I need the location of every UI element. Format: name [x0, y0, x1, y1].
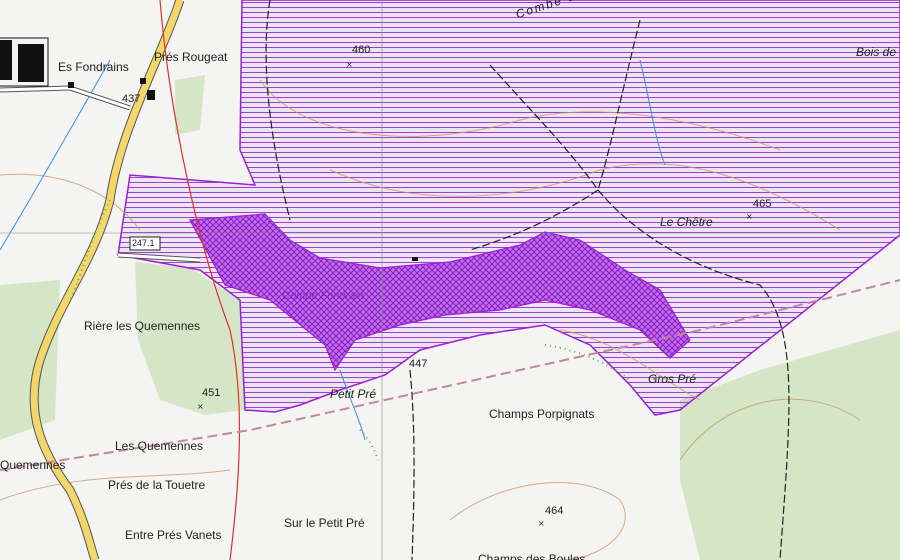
label-le-chetre: Le Chêtre: [660, 215, 713, 229]
label-pres-rougeat: Prés Rougeat: [154, 50, 228, 64]
label-champs-des-boules: Champs des Boules: [478, 552, 586, 560]
label-petit-pre: Petit Pré: [330, 387, 377, 401]
label-riere-les-quemennes: Rière les Quemennes: [84, 319, 201, 333]
spot-height-447: 447: [409, 358, 428, 370]
label-sur-le-petit-pre: Sur le Petit Pré: [284, 516, 365, 530]
forest-left: [0, 280, 60, 440]
label-les-quemennes: Les Quemennes: [115, 439, 204, 453]
map-canvas: × × × ×: [0, 0, 900, 560]
label-quemennes: Quemennes: [0, 458, 66, 472]
label-gros-pre: Gros Pré: [648, 372, 697, 386]
spot-height-icon: ×: [197, 402, 204, 411]
spot-height-icon: ×: [346, 60, 353, 69]
topographic-map[interactable]: × × × × Es Fondrains Prés Rougeat Combe …: [0, 0, 900, 560]
spot-height-460: 460: [352, 44, 371, 56]
label-entre-pres-vanets: Entre Prés Vanets: [125, 528, 222, 542]
spot-height-437: 437: [122, 93, 141, 105]
label-bois-de: Bois de: [856, 45, 897, 59]
spot-height-451: 451: [202, 387, 221, 399]
spot-height-464: 464: [545, 505, 564, 517]
spot-height-465: 465: [753, 198, 772, 210]
label-champs-porpignats: Champs Porpignats: [489, 407, 595, 421]
label-es-fondrains: Es Fondrains: [58, 60, 129, 74]
label-pres-de-la-touetre: Prés de la Touetre: [108, 478, 206, 492]
road-number-badge: 247.1: [132, 238, 155, 248]
spot-height-icon: ×: [746, 212, 753, 221]
forest-top: [175, 75, 205, 135]
spot-height-icon: ×: [538, 519, 545, 528]
label-core-zone: Combe Fondrain: [282, 290, 364, 302]
